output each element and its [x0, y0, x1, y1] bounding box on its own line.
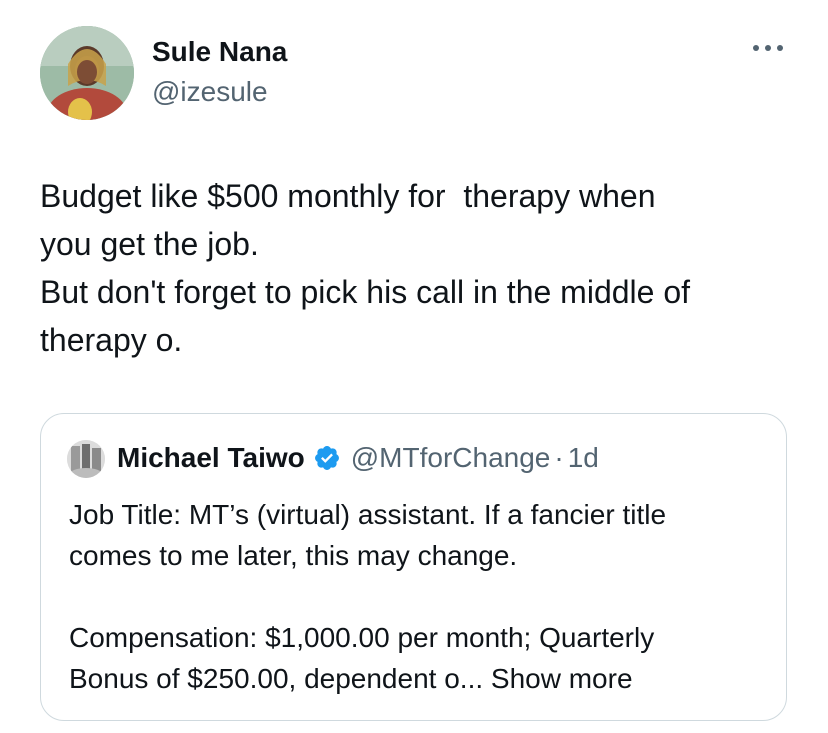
- author-name[interactable]: Sule Nana: [152, 36, 287, 68]
- tweet-text-line: therapy o.: [40, 322, 183, 358]
- avatar-image-icon: [67, 440, 105, 478]
- quoted-author-handle[interactable]: @MTforChange: [351, 442, 551, 474]
- quoted-tweet-time[interactable]: 1d: [568, 442, 599, 474]
- author-handle[interactable]: @izesule: [152, 76, 268, 108]
- avatar-image-icon: [40, 26, 134, 120]
- quoted-author-name[interactable]: Michael Taiwo: [117, 442, 305, 474]
- tweet-text-line: Budget like $500 monthly for therapy whe…: [40, 178, 656, 214]
- tweet-text-line: you get the job.: [40, 226, 259, 262]
- quoted-tweet-text: Job Title: MT’s (virtual) assistant. If …: [69, 494, 769, 699]
- quoted-text-truncated: Bonus of $250.00, dependent o...: [69, 663, 484, 694]
- separator-dot: ·: [554, 442, 564, 473]
- quoted-text-line: Bonus of $250.00, dependent o... Show mo…: [69, 658, 769, 699]
- quoted-text-line: comes to me later, this may change.: [69, 540, 518, 571]
- verified-badge-icon: [313, 444, 341, 472]
- more-dots-icon[interactable]: [750, 36, 786, 60]
- tweet-text-line: But don't forget to pick his call in the…: [40, 274, 691, 310]
- quoted-text-line: Job Title: MT’s (virtual) assistant. If …: [69, 499, 667, 530]
- author-avatar[interactable]: [40, 26, 134, 120]
- quoted-tweet-header: Michael Taiwo @MTforChange · 1d: [117, 442, 599, 474]
- tweet-text: Budget like $500 monthly for therapy whe…: [40, 172, 800, 364]
- show-more-link[interactable]: Show more: [491, 663, 633, 694]
- quoted-author-avatar[interactable]: [67, 440, 105, 478]
- quoted-tweet-card[interactable]: Michael Taiwo @MTforChange · 1d Job Titl…: [40, 413, 787, 721]
- quoted-text-line: Compensation: $1,000.00 per month; Quart…: [69, 622, 655, 653]
